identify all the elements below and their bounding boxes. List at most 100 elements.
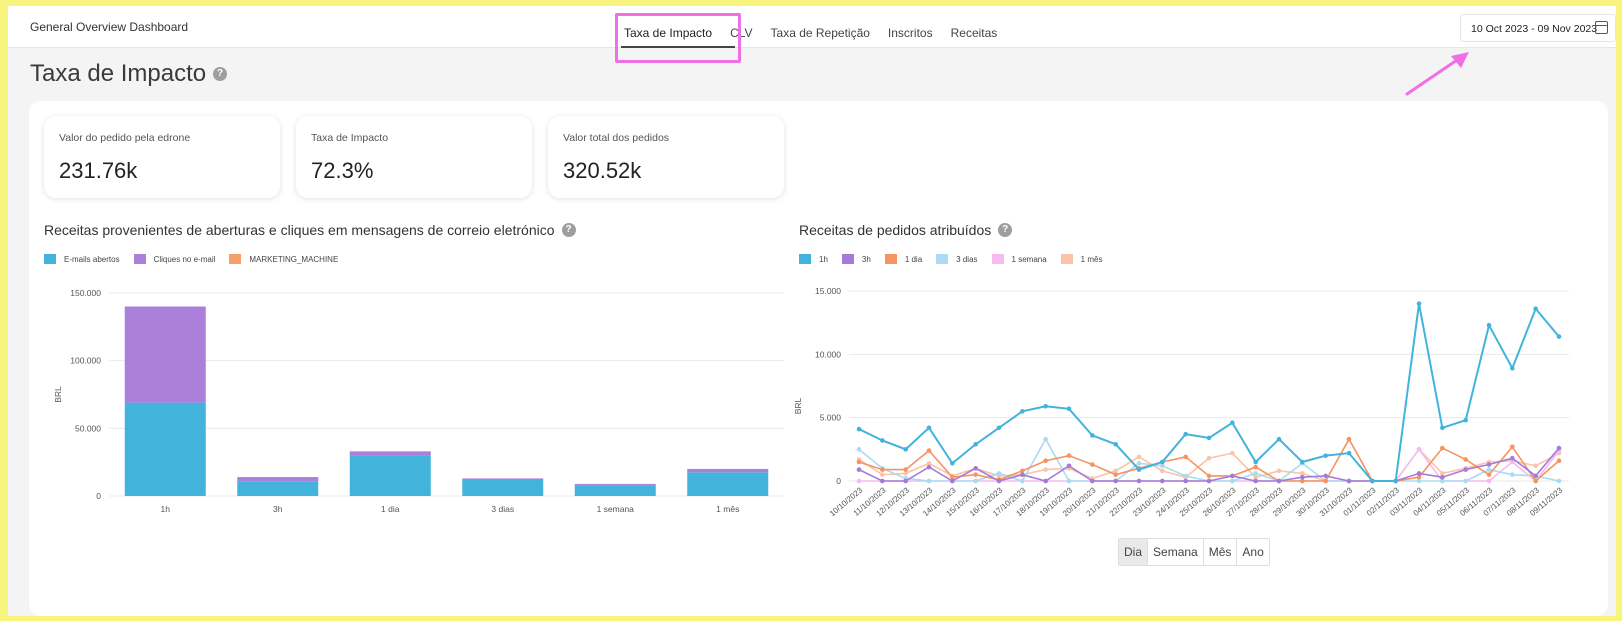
bar-segment[interactable] bbox=[574, 483, 656, 486]
data-point[interactable] bbox=[1486, 462, 1492, 467]
data-point[interactable] bbox=[973, 472, 978, 477]
data-point[interactable] bbox=[1183, 478, 1188, 484]
data-point[interactable] bbox=[1183, 431, 1188, 437]
data-point[interactable] bbox=[1230, 478, 1235, 484]
data-point[interactable] bbox=[1253, 471, 1258, 476]
data-point[interactable] bbox=[1136, 478, 1142, 484]
data-point[interactable] bbox=[1043, 467, 1048, 472]
data-point[interactable] bbox=[1440, 474, 1445, 480]
data-point[interactable] bbox=[903, 447, 908, 452]
data-point[interactable] bbox=[1020, 409, 1025, 414]
data-point[interactable] bbox=[1206, 473, 1212, 479]
tab-inscritos[interactable]: Inscritos bbox=[888, 26, 933, 40]
data-point[interactable] bbox=[903, 467, 908, 472]
data-point[interactable] bbox=[1183, 454, 1188, 460]
data-point[interactable] bbox=[1276, 436, 1282, 442]
data-point[interactable] bbox=[1090, 462, 1095, 467]
data-point[interactable] bbox=[926, 425, 932, 431]
data-point[interactable] bbox=[1066, 478, 1072, 484]
data-point[interactable] bbox=[1043, 403, 1048, 409]
granularity-year-button[interactable]: Ano bbox=[1237, 539, 1269, 565]
legend-item-1-dia[interactable]: 1 dia bbox=[884, 254, 922, 264]
data-point[interactable] bbox=[1556, 478, 1562, 484]
data-point[interactable] bbox=[856, 478, 862, 484]
help-icon[interactable]: ? bbox=[998, 223, 1013, 237]
data-point[interactable] bbox=[1230, 420, 1235, 426]
data-point[interactable] bbox=[1440, 445, 1445, 451]
data-point[interactable] bbox=[1463, 417, 1468, 423]
data-point[interactable] bbox=[1533, 478, 1538, 484]
data-point[interactable] bbox=[1020, 472, 1025, 477]
data-point[interactable] bbox=[1486, 467, 1492, 472]
legend-item-3h[interactable]: 3h bbox=[841, 254, 871, 264]
legend-item-1-semana[interactable]: 1 semana bbox=[991, 254, 1047, 264]
data-point[interactable] bbox=[1113, 441, 1118, 447]
data-point[interactable] bbox=[973, 441, 978, 447]
data-point[interactable] bbox=[880, 467, 885, 472]
data-point[interactable] bbox=[856, 426, 862, 432]
bar-segment[interactable] bbox=[237, 481, 319, 496]
data-point[interactable] bbox=[1556, 334, 1562, 339]
data-point[interactable] bbox=[926, 464, 932, 470]
tab-taxa-de-impacto[interactable]: Taxa de Impacto bbox=[624, 26, 712, 40]
data-point[interactable] bbox=[1533, 463, 1538, 469]
data-point[interactable] bbox=[1136, 467, 1142, 472]
bar-segment[interactable] bbox=[574, 485, 656, 496]
data-point[interactable] bbox=[1066, 406, 1072, 412]
data-point[interactable] bbox=[996, 425, 1002, 431]
bar-segment[interactable] bbox=[687, 468, 769, 473]
data-point[interactable] bbox=[1323, 473, 1328, 479]
data-point[interactable] bbox=[1253, 464, 1258, 470]
data-point[interactable] bbox=[996, 471, 1002, 476]
data-point[interactable] bbox=[1393, 478, 1398, 484]
bar-segment[interactable] bbox=[124, 306, 206, 403]
data-point[interactable] bbox=[950, 460, 955, 466]
legend-item-3-dias[interactable]: 3 dias bbox=[936, 254, 978, 264]
data-point[interactable] bbox=[1113, 472, 1118, 477]
data-point[interactable] bbox=[1486, 472, 1492, 477]
data-point[interactable] bbox=[1206, 478, 1212, 484]
data-point[interactable] bbox=[856, 459, 862, 465]
data-point[interactable] bbox=[1206, 435, 1212, 441]
help-icon[interactable]: ? bbox=[561, 223, 576, 237]
help-icon[interactable]: ? bbox=[213, 67, 228, 81]
data-point[interactable] bbox=[926, 478, 932, 484]
data-point[interactable] bbox=[1136, 460, 1142, 466]
data-point[interactable] bbox=[1533, 306, 1538, 312]
data-point[interactable] bbox=[926, 448, 932, 453]
data-point[interactable] bbox=[950, 478, 955, 484]
bar-segment[interactable] bbox=[462, 478, 544, 481]
tab-clv[interactable]: CLV bbox=[730, 26, 752, 40]
data-point[interactable] bbox=[1276, 478, 1282, 484]
data-point[interactable] bbox=[973, 478, 978, 484]
data-point[interactable] bbox=[1556, 458, 1562, 464]
data-point[interactable] bbox=[1183, 473, 1188, 479]
legend-item-clicks[interactable]: Cliques no e-mail bbox=[133, 254, 215, 264]
data-point[interactable] bbox=[1276, 468, 1282, 474]
data-point[interactable] bbox=[1486, 322, 1492, 328]
data-point[interactable] bbox=[1346, 450, 1352, 456]
legend-item-opened[interactable]: E-mails abertos bbox=[44, 254, 120, 264]
data-point[interactable] bbox=[1463, 467, 1468, 472]
data-point[interactable] bbox=[1346, 478, 1352, 484]
bar-segment[interactable] bbox=[124, 402, 206, 496]
bar-segment[interactable] bbox=[237, 477, 319, 482]
data-point[interactable] bbox=[1066, 463, 1072, 469]
data-point[interactable] bbox=[1066, 453, 1072, 458]
data-point[interactable] bbox=[1416, 471, 1422, 476]
granularity-week-button[interactable]: Semana bbox=[1148, 539, 1204, 565]
bar-segment[interactable] bbox=[349, 455, 431, 496]
data-point[interactable] bbox=[1043, 478, 1048, 484]
bar-segment[interactable] bbox=[462, 480, 544, 496]
data-point[interactable] bbox=[1510, 365, 1515, 371]
granularity-day-button[interactable]: Dia bbox=[1119, 539, 1149, 565]
data-point[interactable] bbox=[1160, 459, 1165, 465]
legend-item-1h[interactable]: 1h bbox=[799, 254, 828, 264]
data-point[interactable] bbox=[1463, 478, 1468, 484]
data-point[interactable] bbox=[1370, 478, 1375, 484]
data-point[interactable] bbox=[1510, 444, 1515, 450]
legend-item-marketing[interactable]: MARKETING_MACHINE bbox=[229, 254, 338, 264]
data-point[interactable] bbox=[1440, 425, 1445, 431]
tab-receitas[interactable]: Receitas bbox=[951, 26, 998, 40]
data-point[interactable] bbox=[1090, 478, 1095, 484]
